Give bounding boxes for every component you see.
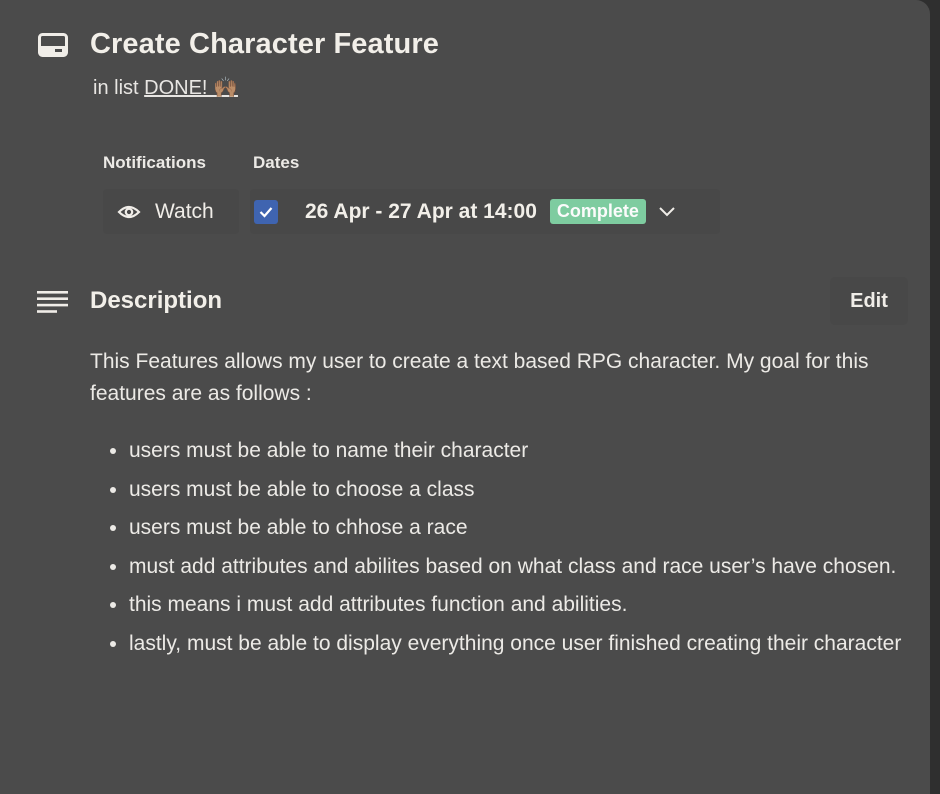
card-title[interactable]: Create Character Feature (90, 28, 439, 61)
description-list: users must be able to name their charact… (107, 432, 929, 663)
list-item: lastly, must be able to display everythi… (129, 625, 929, 664)
description-icon (37, 291, 68, 313)
list-link[interactable]: DONE! 🙌🏽 (144, 77, 238, 99)
eye-icon (117, 205, 141, 218)
in-list-line: in list DONE! 🙌🏽 (93, 75, 238, 100)
notifications-label: Notifications (103, 153, 206, 172)
list-item: must add attributes and abilites based o… (129, 548, 929, 587)
dates-label: Dates (253, 153, 300, 172)
due-date-checkbox[interactable] (254, 199, 278, 224)
status-badge: Complete (549, 199, 646, 224)
card-icon (38, 33, 68, 57)
description-intro: This Features allows my user to create a… (90, 350, 869, 405)
watch-button[interactable]: Watch (103, 189, 239, 234)
checkmark-icon (259, 206, 273, 218)
description-body[interactable]: This Features allows my user to create a… (90, 346, 920, 410)
list-item: this means i must add attributes functio… (129, 586, 929, 625)
edit-description-button[interactable]: Edit (830, 277, 908, 325)
list-item: users must be able to chhose a race (129, 509, 929, 548)
in-list-prefix: in list (93, 77, 139, 99)
chevron-down-icon[interactable] (658, 206, 676, 218)
list-item: users must be able to name their charact… (129, 432, 929, 471)
date-range: 26 Apr - 27 Apr at 14:00 (305, 199, 537, 223)
description-heading: Description (90, 287, 223, 314)
watch-label: Watch (155, 199, 214, 223)
list-item: users must be able to choose a class (129, 471, 929, 510)
dates-button[interactable]: 26 Apr - 27 Apr at 14:00 Complete (250, 189, 720, 234)
card-detail-panel: Create Character Feature in list DONE! 🙌… (0, 0, 930, 794)
